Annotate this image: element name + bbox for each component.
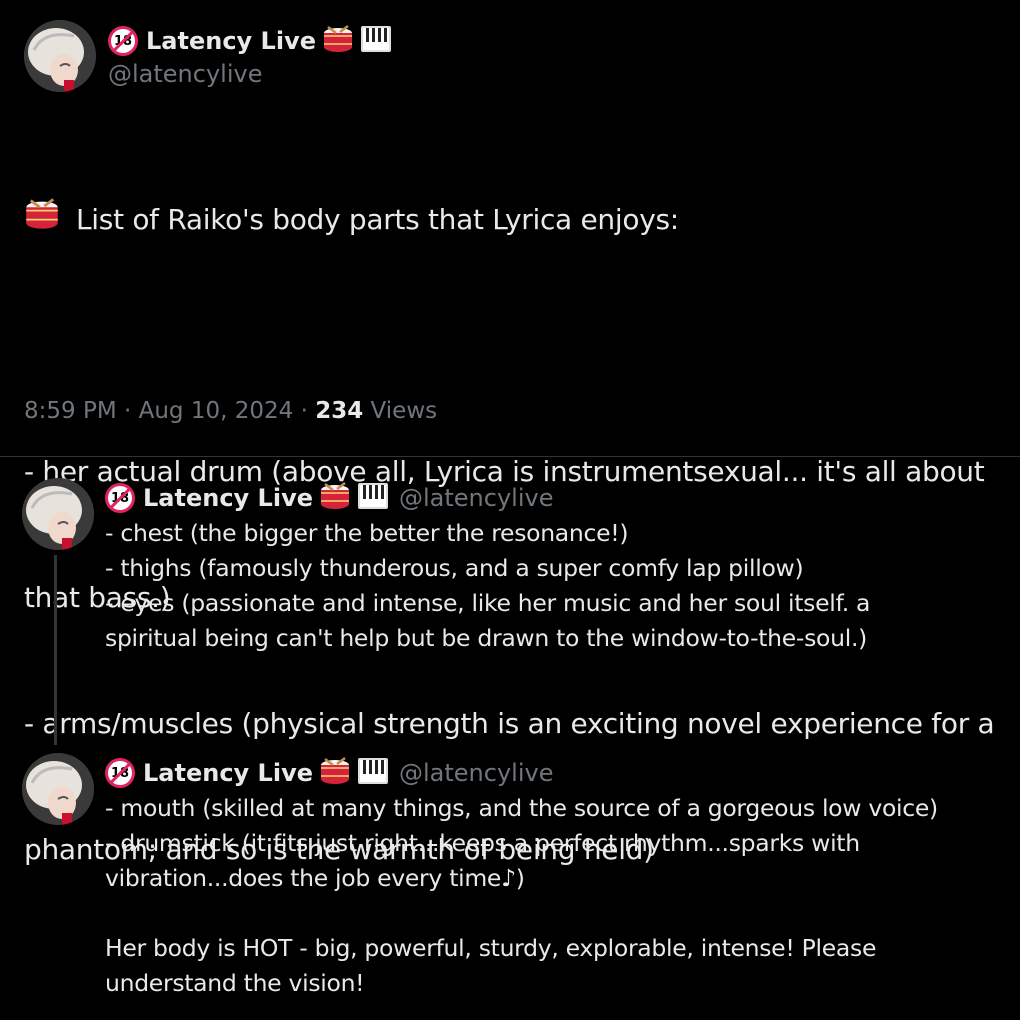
post-text-line: - arms/muscles (physical strength is an … bbox=[24, 707, 995, 740]
drum-icon bbox=[24, 197, 62, 243]
divider bbox=[0, 456, 1020, 457]
meta-separator: · bbox=[300, 398, 308, 424]
drum-icon bbox=[322, 24, 354, 58]
reply-text-line: - drumstick (it fits just right...keeps … bbox=[105, 829, 860, 857]
avatar[interactable] bbox=[22, 478, 94, 550]
reply-text-line: spiritual being can't help but be drawn … bbox=[105, 624, 867, 652]
avatar-image bbox=[22, 478, 94, 550]
reply-text: - chest (the bigger the better the reson… bbox=[105, 516, 1005, 656]
age-restriction-icon: 18 bbox=[108, 26, 138, 56]
meta-separator: · bbox=[124, 398, 132, 424]
author-handle[interactable]: @latencylive bbox=[399, 484, 553, 512]
reply-author-line[interactable]: 18 Latency Live @latencylive bbox=[105, 481, 553, 515]
views-count: 234 bbox=[315, 398, 364, 424]
reply-text-line: understand the vision! bbox=[105, 969, 365, 997]
age-restriction-icon: 18 bbox=[105, 758, 135, 788]
author-name-line[interactable]: 18 Latency Live bbox=[108, 24, 392, 58]
piano-keys-icon bbox=[357, 481, 389, 515]
reply-text-line: - mouth (skilled at many things, and the… bbox=[105, 794, 938, 822]
post-date[interactable]: Aug 10, 2024 bbox=[139, 398, 294, 424]
drum-icon bbox=[319, 756, 351, 790]
author-display-name[interactable]: Latency Live bbox=[146, 27, 316, 55]
post-text-line: List of Raiko's body parts that Lyrica e… bbox=[24, 197, 999, 243]
avatar[interactable] bbox=[22, 753, 94, 825]
post-meta: 8:59 PM · Aug 10, 2024 · 234 Views bbox=[24, 398, 437, 424]
reply-text-line bbox=[105, 896, 1005, 931]
reply-author-line[interactable]: 18 Latency Live @latencylive bbox=[105, 756, 553, 790]
post-time[interactable]: 8:59 PM bbox=[24, 398, 117, 424]
reply-text-line: vibration...does the job every time♪) bbox=[105, 864, 525, 892]
reply-text-line: - chest (the bigger the better the reson… bbox=[105, 519, 629, 547]
reply-text-line: - thighs (famously thunderous, and a sup… bbox=[105, 554, 804, 582]
avatar[interactable] bbox=[24, 20, 96, 92]
author-handle[interactable]: @latencylive bbox=[399, 759, 553, 787]
drum-icon bbox=[319, 481, 351, 515]
age-restriction-icon: 18 bbox=[105, 483, 135, 513]
post-text-line bbox=[24, 325, 999, 367]
thread-connector-line bbox=[54, 555, 57, 745]
avatar-image bbox=[22, 753, 94, 825]
avatar-image bbox=[24, 20, 96, 92]
author-display-name[interactable]: Latency Live bbox=[143, 484, 313, 512]
reply-text-line: - eyes (passionate and intense, like her… bbox=[105, 589, 871, 617]
author-handle[interactable]: @latencylive bbox=[108, 60, 262, 88]
reply-text-line: Her body is HOT - big, powerful, sturdy,… bbox=[105, 934, 877, 962]
views-label: Views bbox=[370, 398, 438, 424]
piano-keys-icon bbox=[360, 24, 392, 58]
reply-text: - mouth (skilled at many things, and the… bbox=[105, 791, 1005, 1001]
author-display-name[interactable]: Latency Live bbox=[143, 759, 313, 787]
piano-keys-icon bbox=[357, 756, 389, 790]
